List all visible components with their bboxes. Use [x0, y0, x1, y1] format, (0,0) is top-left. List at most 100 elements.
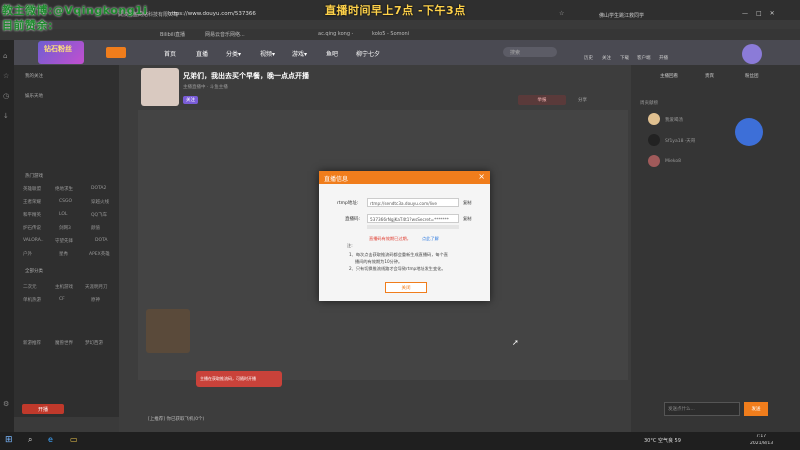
explorer-icon[interactable]: ▭	[70, 435, 78, 444]
search-box[interactable]: 佛山学生跳江救同学	[599, 12, 659, 19]
rank-user[interactable]: Sf1ya18 ·天哥	[665, 138, 695, 144]
sidebar-item[interactable]: 英雄联盟	[23, 186, 41, 192]
user-action-history[interactable]: 历史	[584, 55, 593, 61]
stream-key-field[interactable]: 537366rNgjKaT4t1?wsSecret=*******	[367, 214, 459, 223]
sidebar-item[interactable]: 颜值	[91, 225, 100, 231]
sidebar-item[interactable]: 守望先锋	[55, 238, 73, 244]
taskbar: ⊞ ⌕ e ▭ 30°C 空气良 59 7:17 2021/8/13	[0, 432, 800, 450]
sidebar-item[interactable]: CSGO	[59, 199, 72, 204]
sidebar-item[interactable]: 二次元	[23, 284, 37, 290]
sidebar-item[interactable]: QQ飞车	[91, 212, 107, 218]
douyu-logo[interactable]	[106, 47, 126, 58]
weather-text[interactable]: 30°C 空气良 59	[644, 437, 681, 444]
tip-text: 主播在获取推流码，可随时开播	[200, 376, 256, 381]
tab-replay[interactable]: 主播回看	[660, 73, 678, 79]
stream-key-scrollbar[interactable]	[367, 225, 459, 229]
bookmark-2[interactable]: 网易云音乐网络...	[205, 31, 245, 38]
user-action-follow[interactable]: 关注	[602, 55, 611, 61]
sidebar-item[interactable]: DOTA2	[91, 186, 106, 191]
clock-time[interactable]: 7:17	[756, 434, 766, 439]
cursor-icon: ➚	[512, 338, 519, 347]
expiry-link[interactable]: 点此了解	[422, 236, 439, 242]
note-line-2: 2、只有切换推流线路才会导致rtmp地址发生变化。	[349, 266, 446, 271]
star-icon[interactable]: ☆	[559, 10, 564, 17]
sidebar-item[interactable]: LOL	[59, 212, 67, 217]
stream-key-label: 直播码:	[345, 217, 361, 222]
sidebar-item[interactable]: 王者荣耀	[23, 199, 41, 205]
sidebar-item[interactable]: 梦幻西游	[85, 340, 103, 346]
promo-card[interactable]	[146, 309, 190, 353]
note-title: 注:	[347, 243, 353, 248]
edge-icon[interactable]: e	[48, 435, 53, 444]
user-action-broadcast[interactable]: 开播	[659, 55, 668, 61]
user-avatar	[648, 134, 660, 146]
sidebar-section-ent[interactable]: 娱乐天地	[25, 93, 43, 99]
rtmp-copy-button[interactable]: 复制	[463, 200, 471, 206]
rtmp-field[interactable]: rtmp://sendtc3a.douyu.com/live	[367, 198, 459, 207]
rank-user[interactable]: 我爱喝汤	[665, 117, 683, 123]
sidebar-section-hot[interactable]: 热门游戏	[25, 173, 43, 179]
room-title: 兄弟们，我出去买个早餐，晚一点点开播	[183, 72, 309, 80]
sidebar-item[interactable]: 天涯明月刀	[85, 284, 108, 290]
nav-category[interactable]: 分类▾	[226, 49, 241, 58]
nav-event[interactable]: 柳宁七夕	[356, 49, 380, 58]
tab-vip[interactable]: 贵宾	[705, 73, 714, 79]
rank-user[interactable]: Mieko8	[665, 159, 681, 164]
dialog-title: 直播信息	[324, 176, 349, 183]
sidebar-item[interactable]: 和平精英	[23, 212, 41, 218]
home-icon[interactable]: ⌂	[3, 52, 7, 60]
dialog-close-button[interactable]: 关闭	[385, 282, 427, 293]
user-action-client[interactable]: 客户端	[637, 55, 651, 61]
sidebar-section-all[interactable]: 全部分类	[25, 268, 43, 274]
report-button[interactable]: 举报	[518, 95, 566, 105]
sidebar-item[interactable]: 星秀	[59, 251, 68, 257]
window-controls[interactable]: —□✕	[742, 10, 783, 17]
nav-game[interactable]: 游戏▾	[292, 49, 307, 58]
user-avatar	[648, 155, 660, 167]
bookmark-1[interactable]: Bilibili直播	[160, 31, 185, 38]
anchor-avatar[interactable]	[141, 68, 179, 106]
sidebar-item[interactable]: 魔兽世界	[55, 340, 73, 346]
nav-fishbar[interactable]: 鱼吧	[326, 49, 338, 58]
sidebar-item[interactable]: 主机游戏	[55, 284, 73, 290]
follow-tag[interactable]: 关注	[183, 96, 198, 104]
sidebar-item[interactable]: 单机热游	[23, 297, 41, 303]
sidebar-item[interactable]: 炉石传说	[23, 225, 41, 231]
sidebar-item[interactable]: 绝地求生	[55, 186, 73, 192]
sidebar-item[interactable]: CF	[59, 297, 65, 302]
sidebar-item[interactable]: 剑网3	[59, 225, 71, 231]
sidebar-item[interactable]: 穿越火线	[91, 199, 109, 205]
search-icon[interactable]: ⌕	[28, 435, 32, 445]
bookmark-icon[interactable]: ☆	[3, 72, 9, 80]
bookmark-3[interactable]: ac.qing kong -	[318, 31, 353, 37]
sidebar-item[interactable]: DOTA	[95, 238, 108, 243]
history-icon[interactable]: ◷	[3, 92, 9, 100]
send-button[interactable]: 发送	[744, 402, 768, 416]
open-live-button[interactable]: 开播	[22, 404, 64, 414]
sidebar-item[interactable]: 新游推荐	[23, 340, 41, 346]
bookmarks-bar: Bilibili直播 网易云音乐网络... ac.qing kong - kol…	[0, 29, 800, 40]
nav-home[interactable]: 首页	[164, 49, 176, 58]
close-icon[interactable]: ×	[478, 172, 485, 181]
address-url[interactable]: https://www.douyu.com/537366	[168, 11, 256, 17]
tab-fans[interactable]: 粉丝团	[745, 73, 759, 79]
clock-date[interactable]: 2021/8/13	[750, 441, 773, 446]
dialog-header: 直播信息 ×	[319, 171, 490, 184]
download-icon[interactable]: ↓	[3, 112, 9, 120]
nav-video[interactable]: 视频▾	[260, 49, 275, 58]
settings-icon[interactable]: ⚙	[3, 400, 9, 408]
sidebar-section-follow[interactable]: 我的关注	[25, 73, 43, 79]
windows-start-icon[interactable]: ⊞	[5, 435, 13, 445]
stream-key-copy-button[interactable]: 复制	[463, 216, 471, 222]
note-line-1: 1、每次点击获取推流码都会重新生成直播码，每个直	[349, 252, 448, 257]
sidebar-item[interactable]: 原神	[91, 297, 100, 303]
sidebar-item[interactable]: 户外	[23, 251, 32, 257]
avatar[interactable]	[742, 44, 762, 64]
sidebar-item[interactable]: APEX英雄	[89, 251, 110, 257]
user-action-download[interactable]: 下载	[620, 55, 629, 61]
nav-live[interactable]: 直播	[196, 49, 208, 58]
note-line-1b: 播间的有效期为10分钟。	[355, 259, 403, 264]
bookmark-4[interactable]: kolo5 - Somoni	[372, 31, 409, 37]
share-link[interactable]: 分享	[578, 97, 587, 103]
sidebar-item[interactable]: VALORA..	[23, 238, 44, 243]
